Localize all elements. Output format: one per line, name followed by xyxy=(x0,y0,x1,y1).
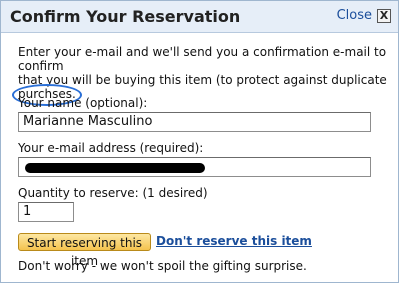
dialog-titlebar: Confirm Your Reservation Close X xyxy=(1,1,398,33)
email-field[interactable] xyxy=(18,157,371,177)
dont-reserve-link[interactable]: Don't reserve this item xyxy=(156,234,312,248)
redaction-bar xyxy=(25,163,205,173)
close-link[interactable]: Close xyxy=(337,8,372,23)
quantity-label: Quantity to reserve: (1 desired) xyxy=(18,186,208,200)
intro-line-1: Enter your e-mail and we'll send you a c… xyxy=(18,45,387,73)
intro-line-2: that you will be buying this item (to pr… xyxy=(18,73,387,87)
close-icon[interactable]: X xyxy=(377,9,391,23)
name-label: Your name (optional): xyxy=(18,96,148,110)
email-label: Your e-mail address (required): xyxy=(18,141,204,155)
intro-text: Enter your e-mail and we'll send you a c… xyxy=(12,45,388,106)
reservation-dialog: Confirm Your Reservation Close X Enter y… xyxy=(0,0,399,283)
dialog-title: Confirm Your Reservation xyxy=(10,7,241,26)
start-reserving-button[interactable]: Start reserving this item xyxy=(18,233,151,268)
quantity-field[interactable]: 1 xyxy=(18,202,74,222)
footer-note: Don't worry - we won't spoil the gifting… xyxy=(18,259,307,273)
name-field[interactable]: Marianne Masculino xyxy=(18,112,371,132)
